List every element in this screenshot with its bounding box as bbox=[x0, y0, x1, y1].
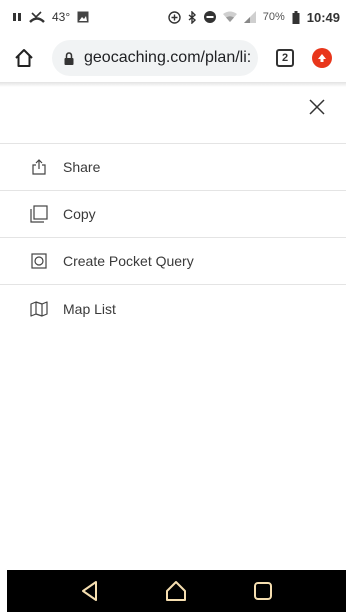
pause-icon bbox=[12, 12, 22, 22]
data-saver-icon bbox=[168, 10, 181, 24]
recents-button[interactable] bbox=[249, 577, 277, 605]
menu-item-label: Map List bbox=[63, 300, 116, 317]
recents-icon bbox=[253, 581, 273, 601]
menu-item-label: Copy bbox=[63, 206, 96, 222]
toolbar-shadow bbox=[0, 82, 346, 87]
clock: 10:49 bbox=[306, 9, 340, 25]
menu-list: Share Copy Create Pocket Query Map List bbox=[0, 144, 346, 332]
home-nav-button[interactable] bbox=[162, 577, 190, 605]
back-button[interactable] bbox=[76, 577, 104, 605]
menu-item-copy[interactable]: Copy bbox=[0, 191, 346, 238]
url-text: geocaching.com/plan/li: bbox=[84, 49, 252, 66]
pocket-query-icon bbox=[30, 252, 48, 270]
tab-switcher-button[interactable]: 2 bbox=[276, 49, 294, 67]
browser-toolbar: geocaching.com/plan/li: 2 bbox=[0, 34, 346, 82]
back-icon bbox=[79, 580, 101, 602]
battery-icon bbox=[292, 10, 300, 24]
image-icon bbox=[77, 11, 89, 23]
status-bar: 43° 70% 10:49 bbox=[0, 0, 346, 34]
menu-item-label: Share bbox=[63, 159, 101, 175]
missed-call-icon bbox=[29, 11, 45, 23]
home-outline-icon bbox=[165, 580, 187, 602]
arrow-up-icon bbox=[316, 52, 328, 64]
share-icon bbox=[30, 158, 48, 176]
do-not-disturb-icon bbox=[203, 11, 216, 23]
temperature: 43° bbox=[52, 10, 71, 24]
menu-item-share[interactable]: Share bbox=[0, 144, 346, 191]
navigation-bar bbox=[7, 570, 346, 612]
battery-percent: 70% bbox=[262, 11, 285, 23]
status-right: 70% 10:49 bbox=[168, 10, 340, 25]
menu-item-map-list[interactable]: Map List bbox=[0, 285, 346, 332]
update-button[interactable] bbox=[312, 48, 332, 68]
home-icon[interactable] bbox=[14, 48, 34, 68]
signal-icon bbox=[243, 11, 256, 23]
status-left: 43° bbox=[12, 10, 89, 24]
map-icon bbox=[30, 300, 48, 318]
menu-item-label: Create Pocket Query bbox=[63, 253, 194, 269]
address-bar[interactable]: geocaching.com/plan/li: bbox=[52, 40, 258, 76]
copy-icon bbox=[30, 205, 48, 223]
close-button[interactable] bbox=[306, 96, 328, 118]
menu-item-create-pocket-query[interactable]: Create Pocket Query bbox=[0, 238, 346, 285]
bluetooth-icon bbox=[188, 10, 197, 24]
lock-icon bbox=[64, 51, 74, 65]
wifi-icon bbox=[222, 11, 237, 23]
close-icon bbox=[309, 99, 325, 115]
